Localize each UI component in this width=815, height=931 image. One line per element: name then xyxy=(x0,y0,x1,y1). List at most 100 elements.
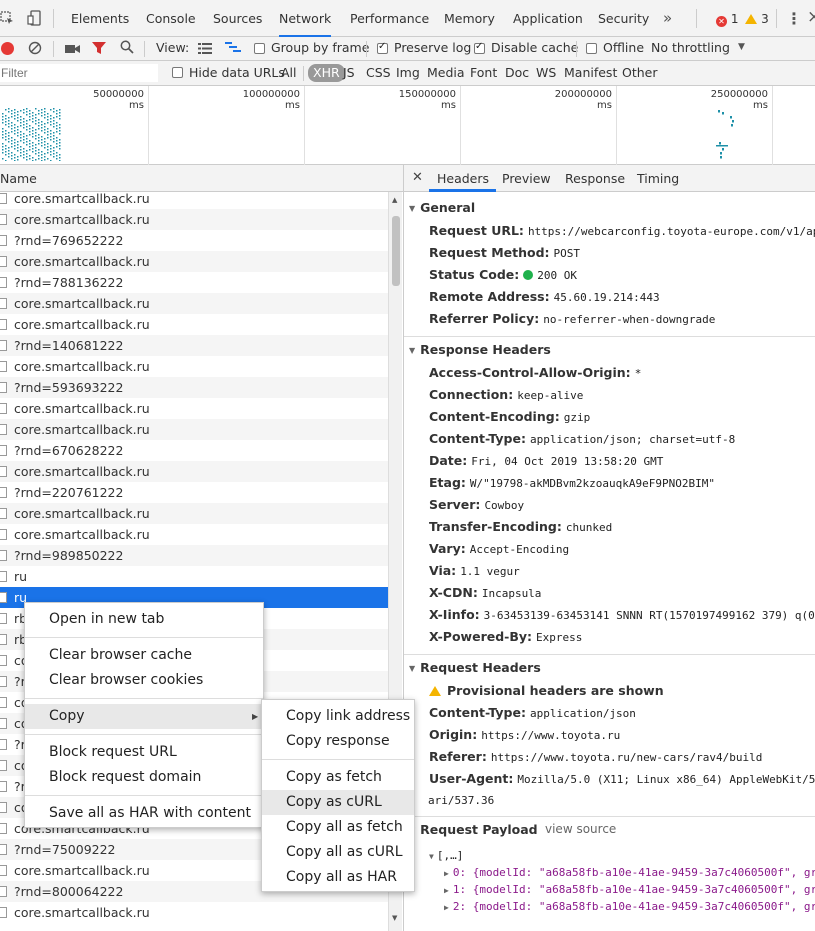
request-row[interactable]: core.smartcallback.ru xyxy=(0,356,388,377)
request-row[interactable]: core.smartcallback.ru xyxy=(0,902,388,923)
menu-copy-all-as-curl[interactable]: Copy all as cURL xyxy=(262,840,414,865)
menu-copy-as-fetch[interactable]: Copy as fetch xyxy=(262,765,414,790)
request-row[interactable]: ?rnd=220761222 xyxy=(0,482,388,503)
payload-root[interactable]: ▼ [,…] xyxy=(429,849,463,862)
request-row[interactable]: ?rnd=989850222 xyxy=(0,545,388,566)
menu-save-all-har[interactable]: Save all as HAR with content xyxy=(25,801,263,826)
filter-type-media[interactable]: Media xyxy=(427,65,465,80)
menu-open-new-tab[interactable]: Open in new tab xyxy=(25,607,263,632)
menu-copy-as-curl[interactable]: Copy as cURL xyxy=(262,790,414,815)
request-row[interactable]: core.smartcallback.ru xyxy=(0,251,388,272)
overview-dot xyxy=(26,138,28,140)
filter-input[interactable] xyxy=(0,64,158,82)
hide-data-urls-checkbox[interactable] xyxy=(172,67,183,78)
filter-type-ws[interactable]: WS xyxy=(536,65,556,80)
detail-tab-timing[interactable]: Timing xyxy=(637,171,679,186)
scroll-down-arrow[interactable]: ▼ xyxy=(392,914,397,922)
offline-checkbox[interactable] xyxy=(586,43,597,54)
menu-copy-all-as-har[interactable]: Copy all as HAR xyxy=(262,865,414,890)
request-row[interactable]: ru xyxy=(0,566,388,587)
request-row[interactable]: core.smartcallback.ru xyxy=(0,524,388,545)
device-toolbar-icon[interactable] xyxy=(27,10,41,26)
request-row[interactable]: core.smartcallback.ru xyxy=(0,503,388,524)
menu-copy-response[interactable]: Copy response xyxy=(262,729,414,754)
inspect-element-icon[interactable] xyxy=(0,11,14,25)
close-detail-icon[interactable]: ✕ xyxy=(412,170,423,185)
timeline-overview[interactable]: 50000000 ms 100000000 ms 150000000 ms 20000… xyxy=(0,86,815,165)
menu-block-request-url[interactable]: Block request URL xyxy=(25,740,263,765)
kebab-menu-icon[interactable]: ⋮ xyxy=(786,9,802,28)
group-by-frame-checkbox[interactable] xyxy=(254,43,265,54)
detail-tab-preview[interactable]: Preview xyxy=(502,171,551,186)
request-row[interactable]: ?rnd=769652222 xyxy=(0,230,388,251)
filter-icon[interactable] xyxy=(92,42,106,58)
preserve-log-checkbox[interactable] xyxy=(377,41,388,54)
more-tabs-button[interactable]: » xyxy=(663,9,672,27)
tab-security[interactable]: Security xyxy=(598,0,649,37)
menu-copy-all-as-fetch[interactable]: Copy all as fetch xyxy=(262,815,414,840)
request-row[interactable]: core.smartcallback.ru xyxy=(0,314,388,335)
payload-item[interactable]: ▶ 1: {modelId: "a68a58fb-a10e-41ae-9459-3… xyxy=(444,883,815,896)
view-source-link[interactable]: view source xyxy=(545,822,616,836)
filter-type-other[interactable]: Other xyxy=(622,65,658,80)
menu-copy[interactable]: Copy ▶ xyxy=(25,704,263,729)
overview-dot xyxy=(2,113,4,115)
tab-memory[interactable]: Memory xyxy=(444,0,495,37)
request-row[interactable]: ?rnd=140681222 xyxy=(0,335,388,356)
request-row[interactable]: ?rnd=788136222 xyxy=(0,272,388,293)
clear-icon[interactable] xyxy=(28,41,42,58)
request-type-icon xyxy=(0,802,7,813)
error-badge[interactable]: ✕ 1 3 xyxy=(716,12,769,27)
request-row[interactable]: ?rnd=593693222 xyxy=(0,377,388,398)
general-section-header[interactable]: ▼ General xyxy=(409,200,475,215)
overview-dot xyxy=(44,144,46,146)
tab-network[interactable]: Network xyxy=(279,0,332,37)
filter-type-img[interactable]: Img xyxy=(396,65,420,80)
filter-type-manifest[interactable]: Manifest xyxy=(564,65,617,80)
overview-dot xyxy=(53,138,55,140)
scroll-up-arrow[interactable]: ▲ xyxy=(392,196,397,204)
tab-console[interactable]: Console xyxy=(146,0,196,37)
response-headers-section-header[interactable]: ▼ Response Headers xyxy=(409,342,551,357)
tab-elements[interactable]: Elements xyxy=(71,0,129,37)
header-row: Status Code: 200 OK xyxy=(429,267,577,282)
tab-performance[interactable]: Performance xyxy=(350,0,429,37)
request-row[interactable]: core.smartcallback.ru xyxy=(0,419,388,440)
request-headers-section-header[interactable]: ▼ Request Headers xyxy=(409,660,541,675)
throttling-select[interactable]: No throttling xyxy=(651,40,730,55)
filter-type-xhr[interactable]: XHR xyxy=(308,64,345,82)
waterfall-icon[interactable] xyxy=(225,42,241,57)
name-column-header[interactable]: Name xyxy=(0,165,403,192)
request-row[interactable]: core.smartcallback.ru xyxy=(0,293,388,314)
record-button[interactable] xyxy=(1,42,14,55)
request-row[interactable]: ?rnd=670628222 xyxy=(0,440,388,461)
menu-clear-browser-cache[interactable]: Clear browser cache xyxy=(25,643,263,668)
filter-type-all[interactable]: All xyxy=(281,65,297,80)
search-icon[interactable] xyxy=(120,40,134,57)
request-payload-section-header[interactable]: ▼Request Payload xyxy=(409,822,538,837)
overview-dot xyxy=(8,126,10,128)
request-row[interactable]: core.smartcallback.ru xyxy=(0,209,388,230)
filter-type-js[interactable]: JS xyxy=(343,65,355,80)
menu-clear-browser-cookies[interactable]: Clear browser cookies xyxy=(25,668,263,693)
request-row[interactable]: core.smartcallback.ru xyxy=(0,461,388,482)
screenshot-icon[interactable] xyxy=(65,43,80,58)
scroll-thumb[interactable] xyxy=(392,216,400,286)
detail-tab-headers[interactable]: Headers xyxy=(437,171,489,186)
menu-block-request-domain[interactable]: Block request domain xyxy=(25,765,263,790)
filter-type-doc[interactable]: Doc xyxy=(505,65,529,80)
request-row[interactable]: core.smartcallback.ru xyxy=(0,398,388,419)
chevron-down-icon[interactable]: ▼ xyxy=(738,42,745,52)
menu-copy-link-address[interactable]: Copy link address xyxy=(262,704,414,729)
tab-sources[interactable]: Sources xyxy=(213,0,262,37)
detail-tab-response[interactable]: Response xyxy=(565,171,625,186)
payload-item[interactable]: ▶ 2: {modelId: "a68a58fb-a10e-41ae-9459-3… xyxy=(444,900,815,913)
tab-application[interactable]: Application xyxy=(513,0,583,37)
filter-type-font[interactable]: Font xyxy=(470,65,497,80)
filter-type-css[interactable]: CSS xyxy=(366,65,391,80)
disable-cache-checkbox[interactable] xyxy=(474,41,485,54)
close-devtools-icon[interactable]: × xyxy=(807,7,815,27)
request-row[interactable]: core.smartcallback.ru xyxy=(0,192,388,209)
payload-item[interactable]: ▶ 0: {modelId: "a68a58fb-a10e-41ae-9459-3… xyxy=(444,866,815,879)
large-rows-icon[interactable] xyxy=(198,43,212,57)
